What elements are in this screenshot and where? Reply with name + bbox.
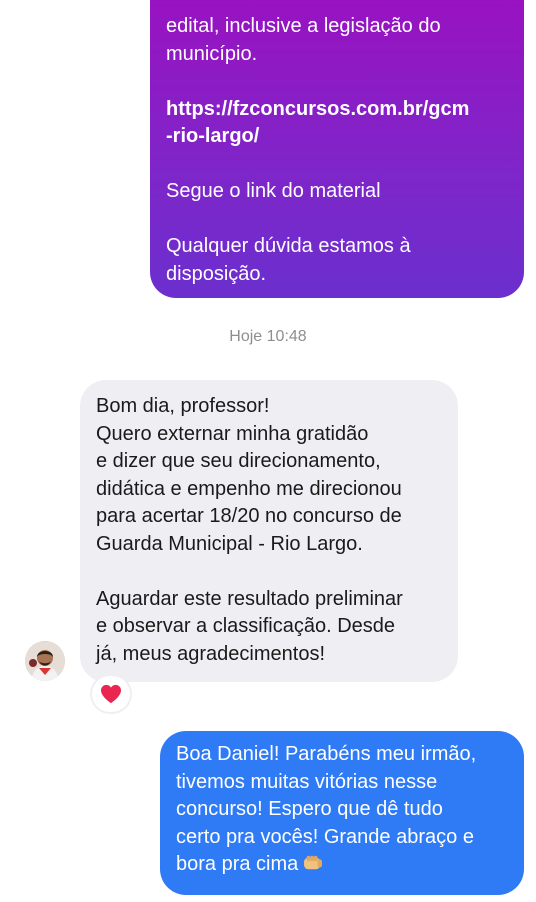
heart-icon [101, 684, 121, 704]
sent-message-bubble[interactable]: edital, inclusive a legislação do municí… [150, 0, 524, 298]
message-text: município. [166, 42, 258, 65]
fist-bump-icon [304, 855, 323, 870]
material-link[interactable]: https://fzconcursos.com.br/gcm [166, 96, 508, 124]
material-link-continued[interactable]: -rio-largo/ [166, 123, 508, 151]
message-text: edital, inclusive a legislação do [166, 15, 441, 37]
message-paragraph: Aguardar este resultado preliminar e obs… [96, 587, 403, 665]
avatar-image [25, 641, 65, 681]
message-text: Segue o link do material [166, 180, 381, 202]
message-text: Boa Daniel! Parabéns meu irmão, tivemos … [176, 743, 477, 875]
message-paragraph: Bom dia, professor! Quero externar minha… [96, 395, 402, 555]
message-text: Qualquer dúvida estamos à [166, 235, 411, 257]
reaction-badge[interactable] [92, 676, 130, 712]
avatar[interactable] [25, 641, 65, 681]
message-timestamp: Hoje 10:48 [229, 328, 307, 345]
received-message-bubble[interactable]: Bom dia, professor! Quero externar minha… [80, 380, 458, 682]
message-text: disposição. [166, 262, 267, 285]
sent-message-bubble[interactable]: Boa Daniel! Parabéns meu irmão, tivemos … [160, 731, 524, 895]
